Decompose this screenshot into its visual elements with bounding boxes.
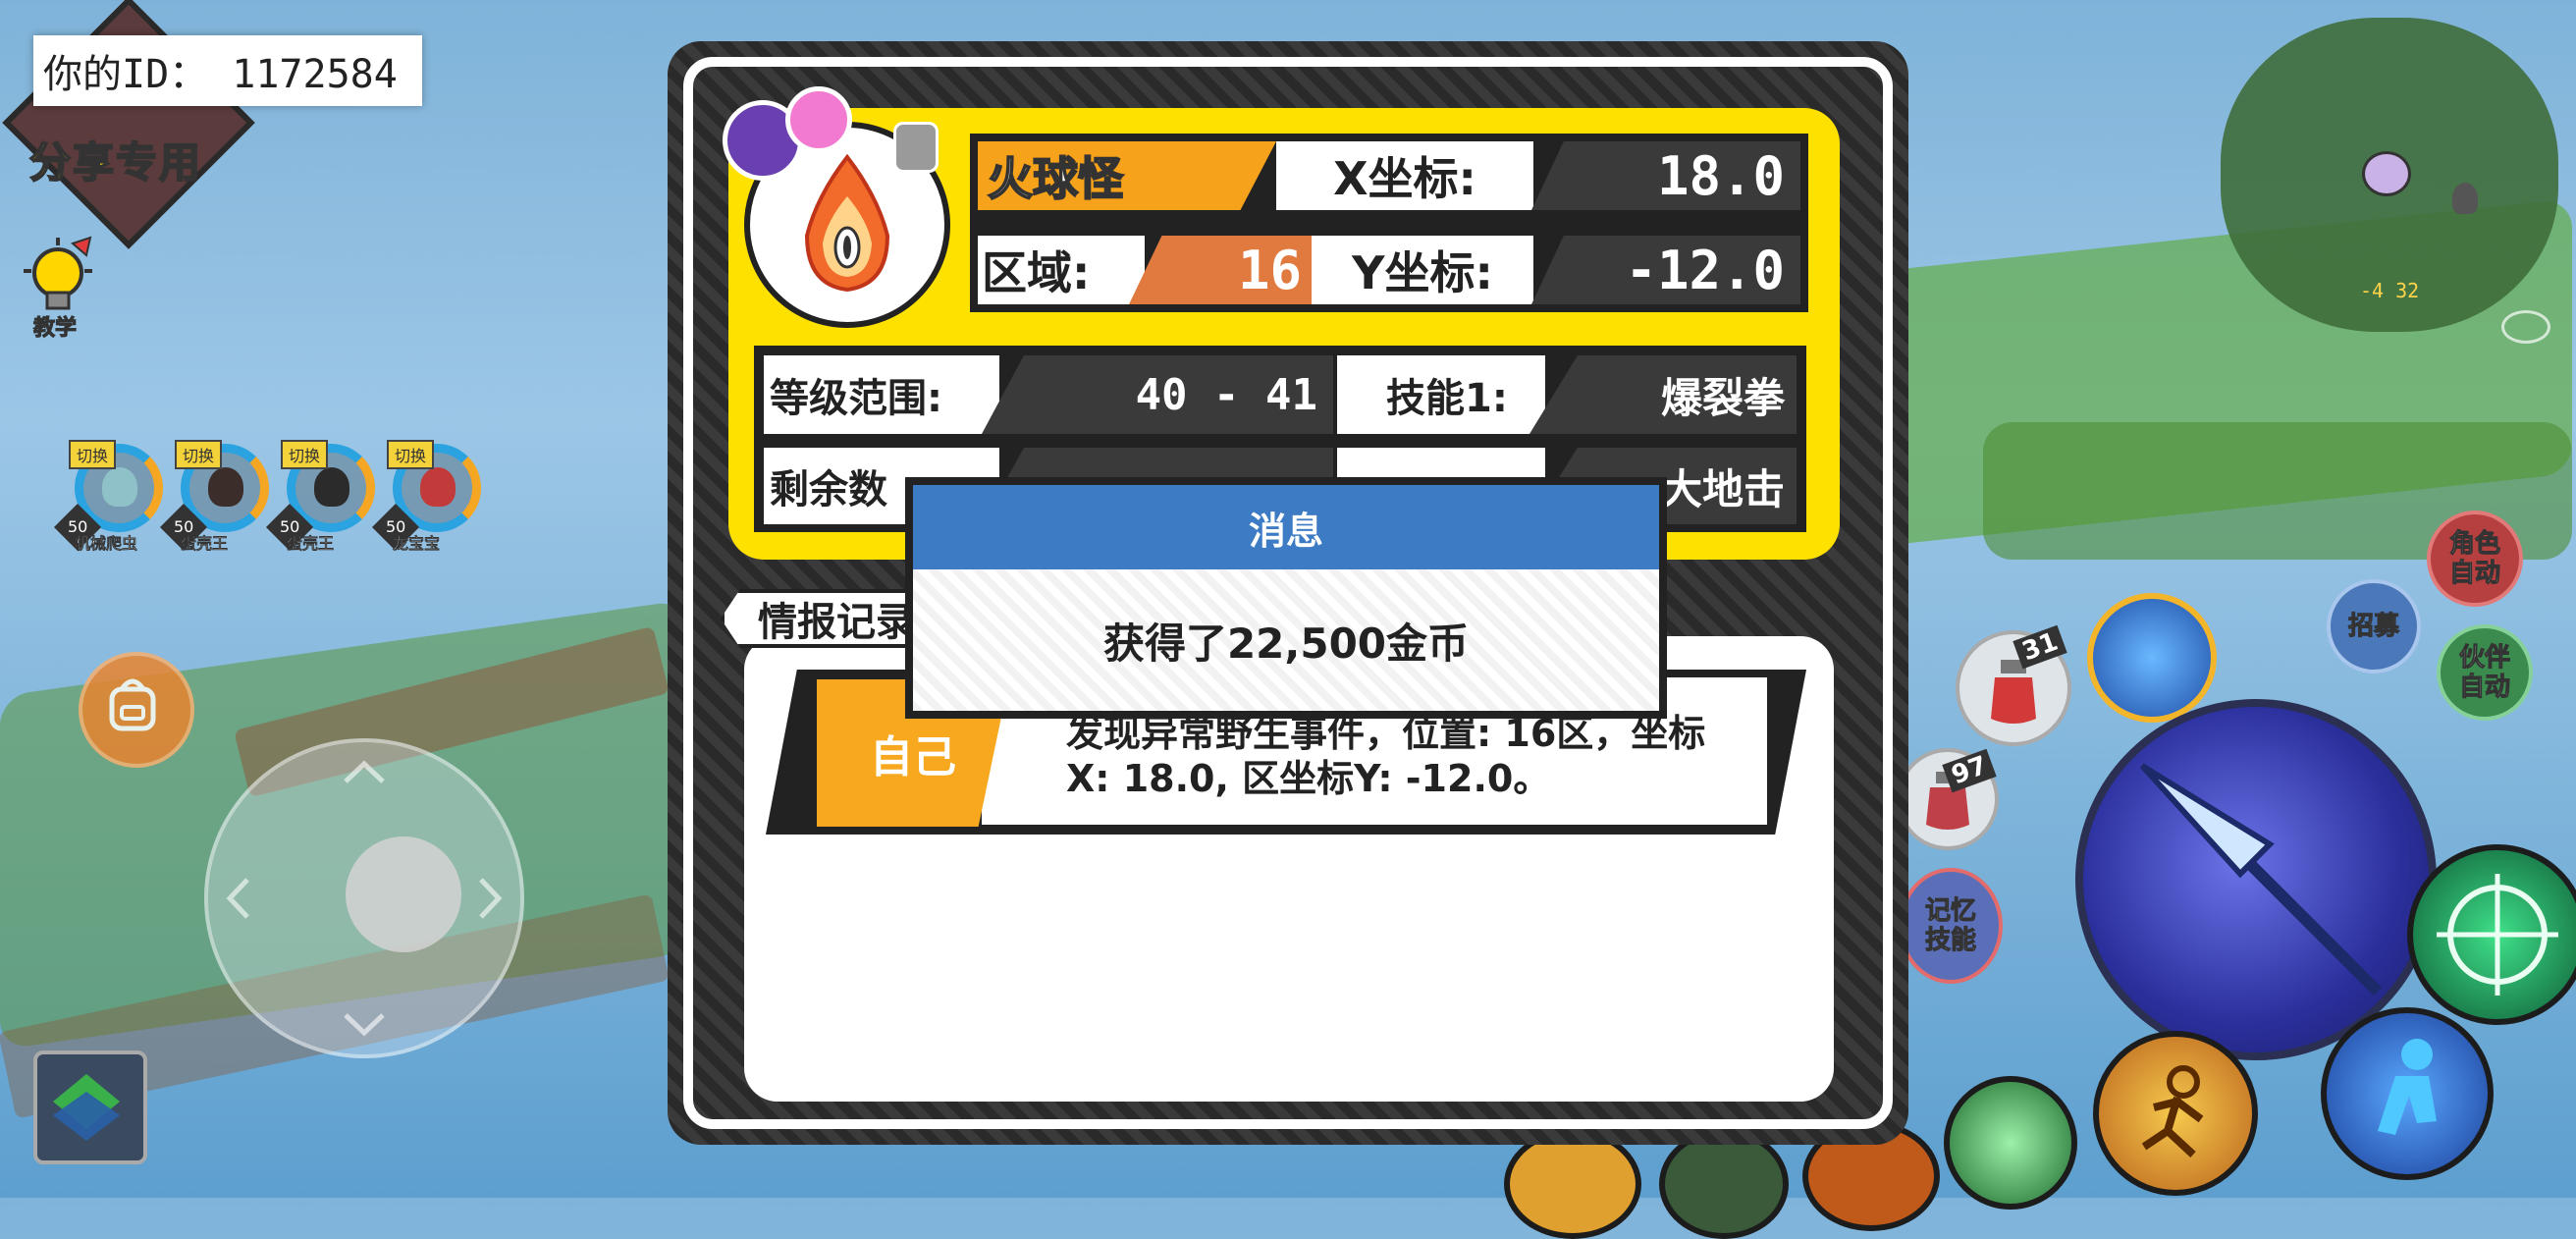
message-dialog-title: 消息: [913, 485, 1659, 569]
joystick-knob[interactable]: [346, 836, 461, 952]
map-layers-icon: [53, 1074, 120, 1141]
y-coordinate-label: Y坐标:: [1312, 236, 1533, 304]
sprint-skill-button[interactable]: [2093, 1031, 2258, 1196]
minimap-npc-icon: [2452, 183, 2478, 214]
jump-skill-button[interactable]: [2321, 1007, 2494, 1180]
info-badge-icon[interactable]: [893, 122, 939, 173]
backpack-icon: [109, 678, 156, 731]
element-badge-icon: [785, 86, 852, 153]
recruit-button[interactable]: 招募: [2327, 579, 2421, 673]
player-id-label: 你的ID： 1172584: [33, 35, 422, 106]
minimap-coordinates: -4 32: [2360, 279, 2420, 302]
monster-name: 火球怪: [978, 141, 1276, 210]
green-skill-button[interactable]: [1944, 1076, 2077, 1210]
map-button[interactable]: [33, 1050, 147, 1164]
pet-portrait: [102, 467, 137, 507]
crosshair-icon: [2437, 874, 2558, 996]
eye-icon[interactable]: [2501, 310, 2550, 344]
skill1-label: 技能1:: [1337, 355, 1545, 434]
memory-skill-button[interactable]: 记忆技能: [1899, 868, 2003, 984]
tutorial-label: 教学: [32, 316, 78, 342]
partner-auto-button[interactable]: 伙伴自动: [2437, 624, 2533, 721]
pet-name: 龙宝宝: [393, 534, 441, 554]
crosshair-skill-button[interactable]: [2407, 844, 2576, 1025]
pet-switch-button[interactable]: 切换: [281, 440, 329, 469]
level-range-label: 等级范围:: [764, 355, 999, 434]
pet-portrait: [420, 467, 456, 507]
pet-switch-button[interactable]: 切换: [69, 440, 117, 469]
log-entry-text-line2: X: 18.0, 区坐标Y: -12.0。: [1066, 757, 1551, 800]
pet-portrait: [314, 467, 349, 507]
dash-skill-button[interactable]: [2087, 593, 2217, 723]
x-coordinate-label: X坐标:: [1276, 141, 1533, 210]
backpack-button[interactable]: [79, 652, 194, 768]
area-label: 区域:: [978, 236, 1145, 304]
running-man-icon: [2141, 1065, 2204, 1158]
message-dialog-body: 获得了22,500金币: [913, 569, 1659, 711]
pet-switch-button[interactable]: 切换: [175, 440, 223, 469]
pet-slot-3[interactable]: 切换 50 蛋壳王: [265, 440, 375, 554]
pet-slot-2[interactable]: 切换 50 蛋壳王: [159, 440, 269, 554]
minimap-player-marker-icon: [2362, 151, 2411, 196]
spear-icon: [2139, 763, 2383, 997]
lightbulb-icon: [24, 236, 92, 310]
bottom-skill-button-3[interactable]: [1504, 1129, 1641, 1239]
role-auto-button[interactable]: 角色自动: [2427, 511, 2523, 607]
share-label[interactable]: 分享专用: [28, 130, 202, 189]
pet-switch-button[interactable]: 切换: [387, 440, 435, 469]
pet-slot-1[interactable]: 切换 50 机械爬虫: [53, 440, 163, 554]
main-attack-button[interactable]: [2075, 699, 2437, 1060]
pet-portrait: [208, 467, 243, 507]
pet-slot-4[interactable]: 切换 50 龙宝宝: [371, 440, 481, 554]
x-coordinate-value: 18.0: [1531, 141, 1800, 210]
bottom-skill-button-1[interactable]: [1659, 1129, 1789, 1239]
level-range-value: 40 - 41: [982, 355, 1333, 434]
jumping-man-icon: [2378, 1039, 2437, 1135]
y-coordinate-value: -12.0: [1531, 236, 1800, 304]
